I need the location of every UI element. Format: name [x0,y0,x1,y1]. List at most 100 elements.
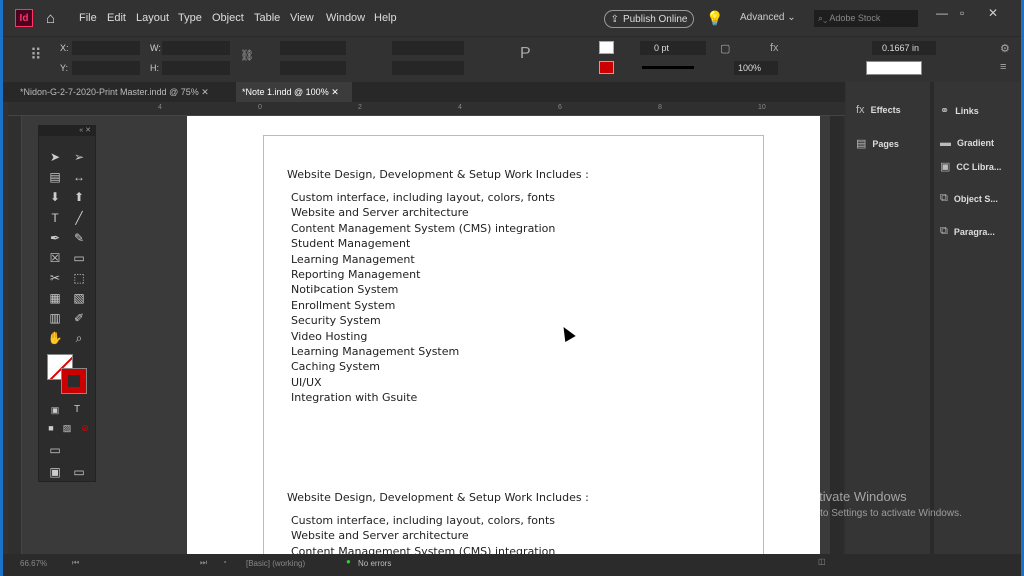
direct-selection-tool-icon[interactable]: ➢ [71,149,87,165]
close-icon[interactable]: ✕ [988,6,998,20]
color-preview[interactable] [866,61,922,75]
restore-icon[interactable]: ▫ [960,6,964,20]
zoom-value[interactable]: 66.67% [20,559,47,568]
line-tool-icon[interactable]: ╱ [71,210,87,226]
menu-edit[interactable]: Edit [107,12,126,24]
y-field[interactable] [72,61,140,75]
list-item[interactable]: Security System [291,314,381,327]
content-placer-icon[interactable]: ⬆ [71,189,87,205]
list-item[interactable]: Integration with Gsuite [291,391,417,404]
pencil-tool-icon[interactable]: ✎ [71,230,87,246]
workspace-switcher[interactable]: Advanced ⌄ [740,12,796,23]
fx-icon[interactable]: fx [770,42,779,54]
preflight-icon[interactable]: ◔ [222,558,227,567]
menu-object[interactable]: Object [212,12,244,24]
h-field[interactable] [162,61,230,75]
reference-point-icon[interactable]: ⠿ [30,45,42,65]
gap-tool-icon[interactable]: ↔ [71,169,87,185]
stroke-color-swatch[interactable] [61,368,87,394]
stock-search-input[interactable]: ⌕⌄ Adobe Stock [814,10,918,27]
w-field[interactable] [162,41,230,55]
panel-paragraph-styles[interactable]: ⧉ Paragra... [940,225,995,238]
eyedropper-tool-icon[interactable]: ✐ [71,310,87,326]
panel-effects[interactable]: fx Effects [856,104,901,116]
list-item[interactable]: Learning Management [291,253,415,266]
list-item[interactable]: Custom interface, including layout, colo… [291,514,555,527]
rotate-field[interactable] [392,41,464,55]
menu-table[interactable]: Table [254,12,280,24]
list-item[interactable]: Video Hosting [291,330,367,343]
menu-type[interactable]: Type [178,12,202,24]
screen-mode-icon[interactable]: ▭ [47,442,63,458]
stroke-weight-field[interactable]: 0 pt [640,41,706,55]
document-page[interactable]: Website Design, Development & Setup Work… [187,116,820,554]
section-heading-2[interactable]: Website Design, Development & Setup Work… [287,491,589,504]
constrain-icon[interactable]: ⛓ [240,49,254,62]
stroke-swatch[interactable] [599,61,614,74]
list-item[interactable]: UI/UX [291,376,322,389]
list-item[interactable]: Enrollment System [291,299,395,312]
menu-file[interactable]: File [79,12,97,24]
menu-layout[interactable]: Layout [136,12,169,24]
first-page-icon[interactable]: ⏮ [72,558,79,568]
tab-print-master[interactable]: *Nidon-G-2-7-2020-Print Master.indd @ 75… [14,82,215,102]
apply-gradient-icon[interactable]: ▨ [59,420,75,436]
home-icon[interactable]: ⌂ [46,10,55,27]
page-tool-icon[interactable]: ▤ [47,169,63,185]
normal-view-icon[interactable]: ▣ [47,464,63,480]
section-heading[interactable]: Website Design, Development & Setup Work… [287,168,589,181]
panel-links[interactable]: ⚭ Links [940,104,979,117]
panel-cc-libraries[interactable]: ▣ CC Libra... [940,160,1001,173]
selection-tool-icon[interactable]: ➤ [47,149,63,165]
menu-help[interactable]: Help [374,12,397,24]
type-tool-icon[interactable]: T [47,210,63,226]
rectangle-frame-tool-icon[interactable]: ☒ [47,250,63,266]
free-transform-tool-icon[interactable]: ⬚ [71,270,87,286]
gradient-feather-tool-icon[interactable]: ▧ [71,290,87,306]
tab-note-1[interactable]: *Note 1.indd @ 100% ✕ [236,82,352,102]
shear-field[interactable] [392,61,464,75]
list-item[interactable]: Content Management System (CMS) integrat… [291,222,555,235]
stroke-type-preview[interactable] [642,66,694,69]
hand-tool-icon[interactable]: ✋ [47,330,63,346]
scissors-tool-icon[interactable]: ✂ [47,270,63,286]
split-view-icon[interactable]: ◫ [818,557,826,566]
content-collector-icon[interactable]: ⬇ [47,189,63,205]
rectangle-tool-icon[interactable]: ▭ [71,250,87,266]
close-icon[interactable]: ✕ [331,87,339,97]
preview-view-icon[interactable]: ▭ [71,464,87,480]
preflight-profile[interactable]: [Basic] (working) [246,559,305,568]
pen-tool-icon[interactable]: ✒ [47,230,63,246]
list-item[interactable]: Website and Server architecture [291,206,469,219]
lightbulb-icon[interactable]: 💡 [706,10,723,27]
list-item[interactable]: Website and Server architecture [291,529,469,542]
publish-online-button[interactable]: ⇪ Publish Online [604,10,694,28]
gear-icon[interactable]: ⚙ [1000,42,1010,55]
frame-fit-icon[interactable]: ▢ [720,42,730,55]
x-field[interactable] [72,41,140,55]
list-item[interactable]: Content Management System (CMS) integrat… [291,545,555,554]
scale-x-field[interactable] [280,41,346,55]
formatting-container-icon[interactable]: ▣ [47,402,63,418]
gutter-field[interactable]: 0.1667 in [872,41,936,55]
list-item[interactable]: Reporting Management [291,268,420,281]
menu-view[interactable]: View [290,12,314,24]
list-item[interactable]: Student Management [291,237,410,250]
pasteboard[interactable]: Website Design, Development & Setup Work… [22,116,830,554]
menu-window[interactable]: Window [326,12,365,24]
note-tool-icon[interactable]: ▥ [47,310,63,326]
opacity-field[interactable]: 100% [734,61,778,75]
hamburger-icon[interactable]: ≡ [1000,61,1006,73]
last-page-icon[interactable]: ⏭ [200,558,207,568]
list-item[interactable]: NotiÞcation System [291,283,398,296]
type-path-icon[interactable]: P [520,45,531,63]
apply-color-icon[interactable]: ■ [43,420,59,436]
tools-header[interactable]: « ✕ [39,126,95,136]
panel-pages[interactable]: ▤ Pages [856,137,899,150]
gradient-swatch-tool-icon[interactable]: ▦ [47,290,63,306]
minimize-icon[interactable]: — [936,6,948,20]
apply-none-icon[interactable]: ⊘ [77,420,93,436]
formatting-text-icon[interactable]: T [69,402,85,418]
zoom-tool-icon[interactable]: ⌕ [71,330,87,346]
error-status[interactable]: No errors [358,559,391,568]
